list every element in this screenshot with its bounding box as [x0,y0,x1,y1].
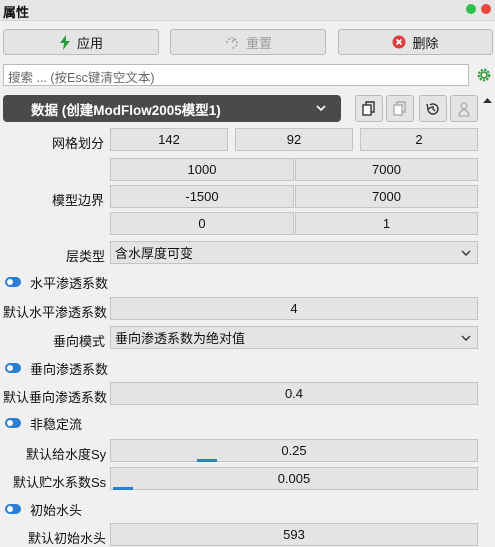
vertical-mode-label: 垂向模式 [53,334,106,349]
initial-head-default-field[interactable]: 593 [110,523,478,546]
horizontal-default-field[interactable]: 4 [110,297,478,320]
chevron-down-icon [316,105,326,112]
initial-head-default-label: 默认初始水头 [28,531,107,546]
delete-label: 删除 [412,35,439,51]
ss-field[interactable]: 0.005 [110,467,478,490]
user-icon [458,101,470,117]
title-bar: 属性 [0,0,495,21]
layer-type-label: 层类型 [66,249,106,264]
bounds-xmin-field[interactable]: 1000 [110,158,294,181]
bounds-label: 模型边界 [52,193,105,208]
copy-icon [362,100,375,116]
user-button[interactable] [450,95,478,122]
vertical-section-title: 垂向渗透系数 [30,362,109,377]
close-button[interactable] [481,4,491,14]
vertical-default-field[interactable]: 0.4 [110,382,478,405]
sy-fill-bar [197,459,217,462]
window-title: 属性 [3,5,30,20]
grid-cols-field[interactable]: 92 [235,128,353,151]
initial-head-toggle[interactable] [5,504,21,514]
layer-type-value: 含水厚度可变 [115,246,194,261]
vertical-mode-select[interactable]: 垂向渗透系数为绝对值 [110,326,478,349]
grid-rows-field[interactable]: 142 [110,128,228,151]
vertical-scrollbar[interactable] [480,94,495,547]
bounds-zmin-field[interactable]: 0 [110,212,294,235]
reset-label: 重置 [245,35,272,51]
maximize-button[interactable] [466,4,476,14]
transient-toggle[interactable] [5,418,21,428]
transient-section-title: 非稳定流 [30,417,83,432]
reset-icon [226,37,238,49]
ss-fill-bar [113,487,133,490]
search-input[interactable]: 搜索 ... (按Esc键清空文本) [3,64,469,86]
history-button[interactable] [419,95,447,122]
layer-type-select[interactable]: 含水厚度可变 [110,241,478,264]
apply-button[interactable]: 应用 [3,29,159,55]
horizontal-toggle[interactable] [5,277,21,287]
data-selector[interactable]: 数据 (创建ModFlow2005模型1) [3,95,341,122]
bounds-zmax-field[interactable]: 1 [295,212,478,235]
paste-icon [393,100,406,116]
horizontal-section-title: 水平渗透系数 [30,276,109,291]
bounds-ymax-field[interactable]: 7000 [295,185,478,208]
vertical-toggle[interactable] [5,363,21,373]
gear-icon[interactable] [474,64,494,86]
chevron-down-icon [461,335,471,341]
bolt-icon [59,34,70,50]
paste-button[interactable] [386,95,414,122]
initial-head-section-title: 初始水头 [30,503,83,518]
sy-label: 默认给水度Sy [26,447,107,462]
vertical-default-label: 默认垂向渗透系数 [3,390,108,405]
delete-button[interactable]: 删除 [338,29,493,55]
chevron-down-icon [461,250,471,256]
apply-label: 应用 [76,35,103,51]
reset-button[interactable]: 重置 [170,29,326,55]
scroll-up-icon[interactable] [483,97,492,104]
horizontal-default-label: 默认水平渗透系数 [3,305,108,320]
vertical-mode-value: 垂向渗透系数为绝对值 [115,331,246,346]
data-selector-label: 数据 (创建ModFlow2005模型1) [31,102,221,118]
ss-label: 默认贮水系数Ss [13,475,107,490]
bounds-ymin-field[interactable]: -1500 [110,185,294,208]
grid-label: 网格划分 [52,136,105,151]
copy-button[interactable] [355,95,383,122]
sy-field[interactable]: 0.25 [110,439,478,462]
ss-value: 0.005 [277,471,311,486]
delete-icon [392,35,406,49]
history-icon [426,102,439,115]
grid-layers-field[interactable]: 2 [360,128,478,151]
sy-value: 0.25 [281,443,307,458]
bounds-xmax-field[interactable]: 7000 [295,158,478,181]
